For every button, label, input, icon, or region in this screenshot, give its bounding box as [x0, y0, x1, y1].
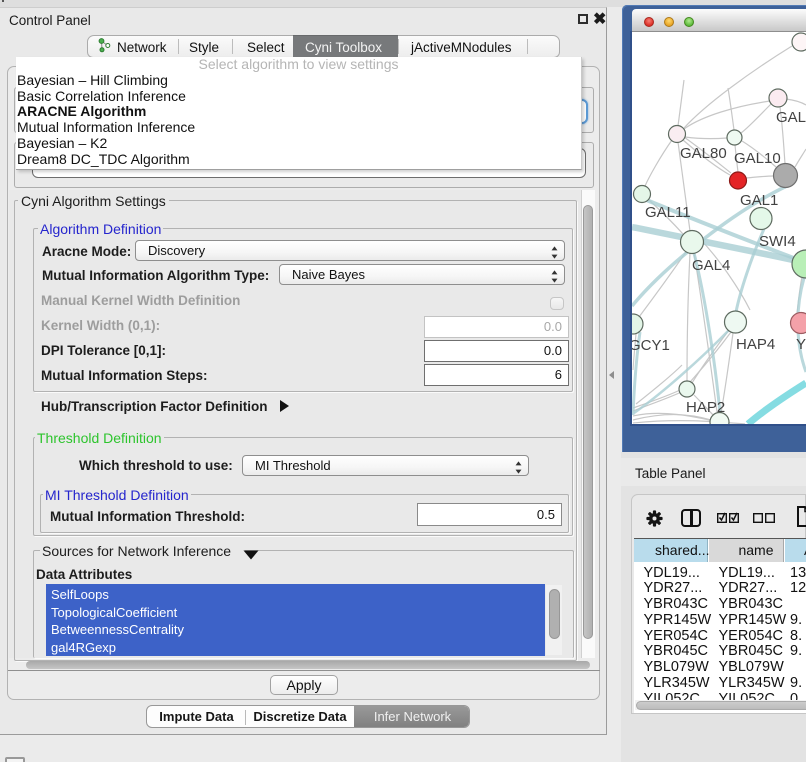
svg-text:GAL7: GAL7 [776, 109, 806, 126]
svg-text:HAP2: HAP2 [686, 399, 725, 416]
svg-text:Y: Y [796, 336, 806, 353]
svg-text:HAP4: HAP4 [736, 336, 775, 353]
svg-text:GAL11: GAL11 [645, 204, 691, 221]
svg-text:GCY1: GCY1 [632, 337, 670, 354]
svg-text:GAL80: GAL80 [680, 145, 727, 162]
svg-text:GAL4: GAL4 [692, 257, 730, 274]
svg-text:GAL10: GAL10 [734, 150, 781, 167]
svg-text:GAL1: GAL1 [740, 192, 778, 209]
svg-text:SWI4: SWI4 [759, 233, 796, 250]
